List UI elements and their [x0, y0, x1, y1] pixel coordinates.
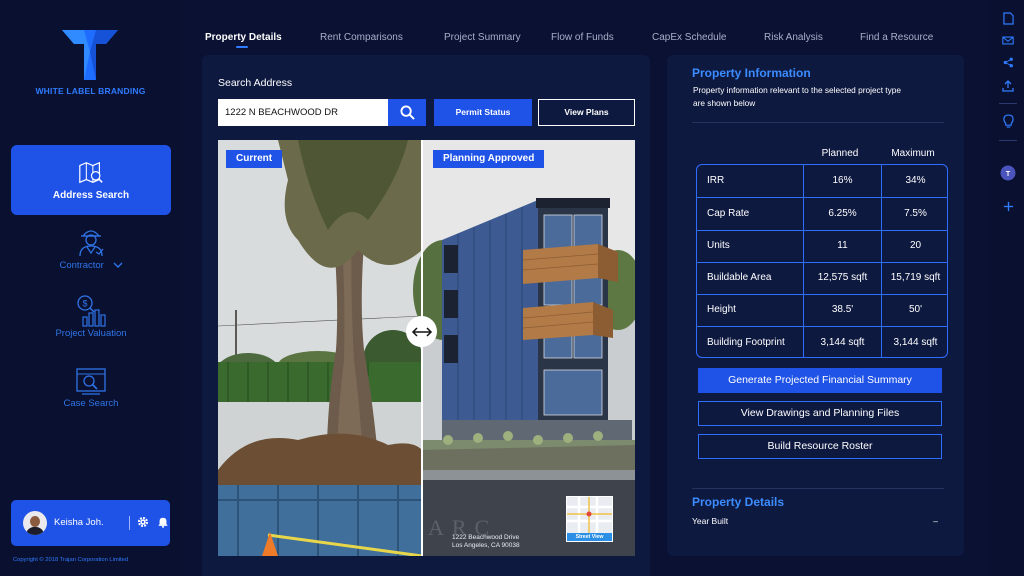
avatar[interactable] [23, 511, 47, 535]
document-icon[interactable] [1000, 10, 1016, 26]
comparison-slider-handle[interactable] [406, 316, 437, 347]
active-tab-indicator [236, 46, 248, 48]
list-item: Year Built – [692, 516, 938, 526]
detail-value: – [933, 516, 938, 526]
horizontal-arrows-icon [411, 326, 432, 337]
tab-flow-of-funds[interactable]: Flow of Funds [551, 32, 614, 43]
property-info-title: Property Information [692, 66, 811, 80]
sidebar-item-label: Case Search [63, 398, 119, 409]
brand-name: WHITE LABEL BRANDING [35, 86, 146, 96]
planning-approved-label: Planning Approved [433, 150, 545, 168]
property-info-description: Property information relevant to the sel… [693, 85, 901, 108]
current-label: Current [226, 150, 283, 168]
render-address-line2: Los Angeles, CA 90038 [452, 542, 520, 549]
sidebar-item-project-valuation[interactable]: $ Project Valuation [11, 293, 171, 339]
metric-label: Building Footprint [707, 337, 785, 348]
contractor-icon [79, 230, 104, 257]
search-title: Search Address [218, 77, 293, 89]
search-button[interactable] [388, 99, 426, 126]
chevron-down-icon[interactable] [113, 262, 123, 269]
metric-maximum: 20 [881, 230, 947, 262]
tab-rent-comparisons[interactable]: Rent Comparisons [320, 32, 403, 43]
case-search-icon [76, 368, 106, 395]
metrics-table: IRR 16% 34% Cap Rate 6.25% 7.5% Units 11… [696, 164, 948, 358]
metric-planned: 3,144 sqft [803, 327, 881, 357]
street-view-label: Street View [567, 533, 612, 541]
upload-icon[interactable] [1000, 78, 1016, 94]
divider [999, 103, 1017, 104]
sidebar-item-address-search[interactable]: Address Search [11, 145, 171, 215]
tab-find-a-resource[interactable]: Find a Resource [860, 32, 933, 43]
map-thumbnail-icon [567, 497, 612, 535]
tab-capex-schedule[interactable]: CapEx Schedule [652, 32, 727, 43]
brand-logo [62, 30, 118, 80]
map-search-icon [79, 161, 103, 184]
divider [692, 122, 944, 123]
metric-label: Cap Rate [707, 208, 750, 219]
metric-maximum: 7.5% [881, 198, 947, 230]
divider [999, 140, 1017, 141]
metric-label: Buildable Area [707, 272, 772, 283]
table-row: Height 38.5' 50' [697, 294, 947, 327]
sidebar-item-contractor[interactable]: Contractor [11, 223, 171, 271]
detail-label: Year Built [692, 516, 729, 526]
street-view-thumbnail[interactable]: Street View [566, 496, 613, 542]
address-search-input[interactable] [218, 99, 388, 126]
tab-property-details[interactable]: Property Details [205, 32, 282, 43]
view-drawings-button[interactable]: View Drawings and Planning Files [698, 401, 942, 426]
table-row: IRR 16% 34% [697, 165, 947, 198]
view-plans-button[interactable]: View Plans [538, 99, 635, 126]
user-card[interactable]: Keisha Joh. [11, 500, 170, 546]
metric-maximum: 34% [881, 165, 947, 197]
metric-planned: 16% [803, 165, 881, 197]
sidebar-item-label: Address Search [52, 190, 130, 201]
user-name: Keisha Joh. [54, 517, 104, 528]
teams-icon[interactable]: T [1000, 165, 1016, 181]
tab-project-summary[interactable]: Project Summary [444, 32, 521, 43]
metric-maximum: 50' [881, 294, 947, 326]
valuation-chart-icon: $ [77, 295, 106, 327]
sidebar-item-label: Contractor [59, 260, 104, 271]
svg-text:$: $ [82, 299, 87, 309]
sidebar-item-case-search[interactable]: Case Search [11, 363, 171, 409]
metric-maximum: 15,719 sqft [881, 262, 947, 294]
metric-label: Height [707, 304, 736, 315]
divider [692, 488, 944, 489]
metric-planned: 12,575 sqft [803, 262, 881, 294]
metric-planned: 6.25% [803, 198, 881, 230]
mail-icon[interactable] [1000, 32, 1016, 48]
metric-planned: 38.5' [803, 294, 881, 326]
plus-icon[interactable] [1000, 198, 1016, 214]
table-row: Cap Rate 6.25% 7.5% [697, 198, 947, 231]
table-row: Building Footprint 3,144 sqft 3,144 sqft [697, 327, 947, 357]
column-header-maximum: Maximum [891, 148, 935, 159]
share-icon[interactable] [1000, 54, 1016, 70]
before-after-comparison[interactable]: ARC [218, 140, 635, 556]
copyright: Copyright © 2018 Trajan Corporation Limi… [13, 557, 129, 563]
metric-label: IRR [707, 175, 725, 186]
sidebar-item-label: Project Valuation [55, 328, 127, 339]
column-header-planned: Planned [821, 148, 859, 159]
table-row: Units 11 20 [697, 230, 947, 263]
metric-maximum: 3,144 sqft [881, 327, 947, 357]
tab-risk-analysis[interactable]: Risk Analysis [764, 32, 823, 43]
build-resource-roster-button[interactable]: Build Resource Roster [698, 434, 942, 459]
generate-financial-summary-button[interactable]: Generate Projected Financial Summary [698, 368, 942, 393]
lightbulb-icon[interactable] [1000, 113, 1016, 129]
search-icon [399, 105, 415, 120]
svg-text:T: T [1006, 171, 1011, 178]
property-details-title: Property Details [692, 495, 785, 509]
permit-status-button[interactable]: Permit Status [434, 99, 532, 126]
render-address-line1: 1222 Beachwood Drive [452, 534, 520, 541]
bell-icon[interactable] [157, 516, 169, 528]
divider [129, 516, 130, 530]
comparison-image: ARC [218, 140, 635, 556]
metric-label: Units [707, 240, 730, 251]
gear-icon[interactable] [137, 516, 149, 528]
table-row: Buildable Area 12,575 sqft 15,719 sqft [697, 262, 947, 295]
metric-planned: 11 [803, 230, 881, 262]
